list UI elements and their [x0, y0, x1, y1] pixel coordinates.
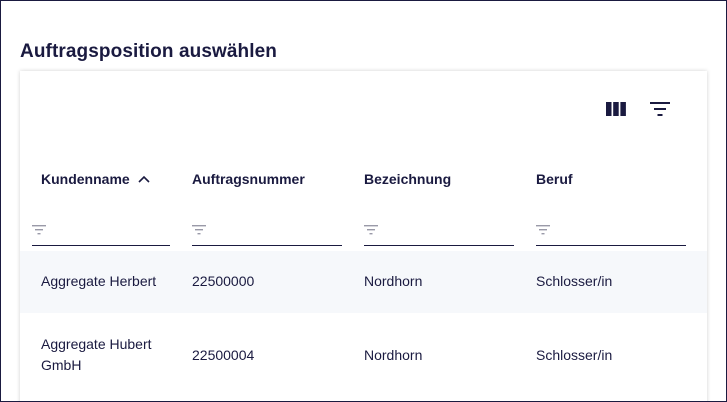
cell-bezeichnung: Nordhorn [364, 273, 423, 289]
dialog-title: Auftragsposition auswählen [20, 41, 278, 62]
filter-auftragsnummer [192, 219, 344, 246]
column-header-auftragsnummer[interactable]: Auftragsnummer [192, 171, 305, 187]
columns-button[interactable] [601, 95, 631, 123]
cell-beruf: Schlosser/in [536, 273, 613, 289]
cell-kundenname: Aggregate Herbert [41, 273, 157, 289]
filter-input-bezeichnung[interactable] [386, 222, 516, 244]
filter-icon [192, 225, 206, 235]
sort-ascending-icon[interactable] [138, 175, 150, 183]
cell-bezeichnung: Nordhorn [364, 347, 423, 363]
column-header-label: Beruf [536, 171, 573, 187]
cell-beruf: Schlosser/in [536, 347, 613, 363]
column-header-label: Bezeichnung [364, 171, 452, 187]
columns-icon [606, 102, 626, 116]
filter-input-kundenname[interactable] [54, 222, 172, 244]
filter-beruf [536, 219, 688, 246]
filter-icon [364, 225, 378, 235]
column-header-beruf[interactable]: Beruf [536, 171, 573, 187]
column-header-label: Kundenname [41, 171, 130, 187]
column-header-kundenname[interactable]: Kundenname [41, 171, 150, 187]
filter-input-auftragsnummer[interactable] [214, 222, 344, 244]
filter-input-beruf[interactable] [558, 222, 688, 244]
filter-button[interactable] [645, 95, 675, 123]
filter-icon [536, 225, 550, 235]
filter-bezeichnung [364, 219, 516, 246]
cell-auftragsnummer: 22500004 [192, 347, 255, 363]
table-row[interactable]: Aggregate Hubert GmbH 22500004 Nordhorn … [20, 313, 707, 399]
filter-kundenname [32, 219, 172, 246]
column-header-label: Auftragsnummer [192, 171, 305, 187]
column-header-bezeichnung[interactable]: Bezeichnung [364, 171, 451, 187]
filter-icon [650, 102, 670, 116]
cell-kundenname: Aggregate Hubert GmbH [41, 336, 152, 373]
data-grid: Kundenname Auftragsnummer Bezeichnung Be… [20, 71, 707, 401]
cell-auftragsnummer: 22500000 [192, 273, 255, 289]
dialog-frame: Auftragsposition auswählen Kundenname Au… [0, 0, 727, 402]
filter-icon [32, 225, 46, 235]
table-row[interactable]: Aggregate Herbert 22500000 Nordhorn Schl… [20, 251, 707, 313]
